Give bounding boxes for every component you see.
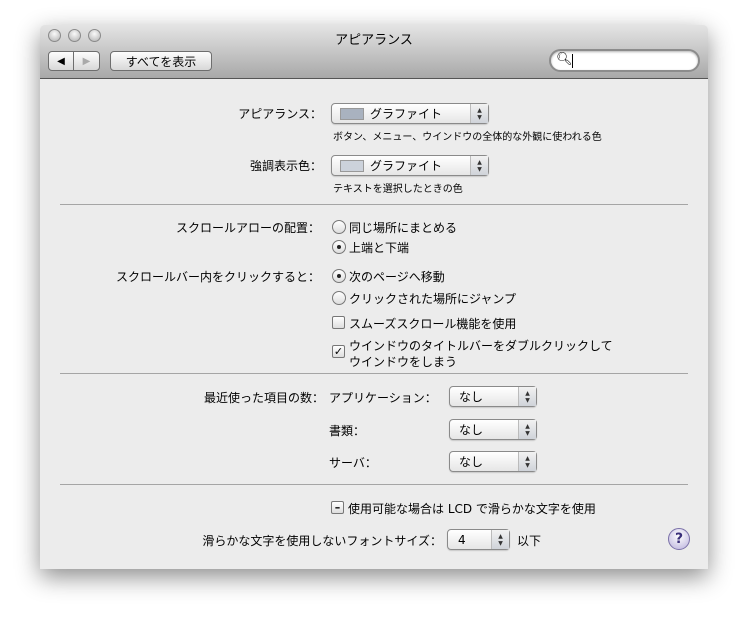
- popup-arrows-icon: ▲ ▼: [518, 452, 536, 471]
- double-click-line2: ウインドウをしまう: [349, 355, 458, 369]
- highlight-label: 強調表示色：: [249, 159, 322, 173]
- recent-docs-popup[interactable]: なし ▲ ▼: [449, 419, 537, 440]
- radio-next-page[interactable]: [332, 269, 346, 283]
- recent-servers-popup[interactable]: なし ▲ ▼: [449, 451, 537, 472]
- appearance-popup[interactable]: グラファイト ▲ ▼: [331, 103, 489, 124]
- double-click-minimize-checkbox[interactable]: ✓: [332, 345, 345, 358]
- font-size-suffix: 以下: [517, 534, 542, 548]
- recent-docs-label: 書類：: [329, 424, 366, 438]
- search-input[interactable]: 🔍︎: [549, 49, 700, 72]
- help-button[interactable]: ?: [668, 528, 690, 550]
- popup-value: なし: [459, 390, 484, 404]
- radio-together-label: 同じ場所にまとめる: [349, 221, 458, 235]
- scroll-click-label: スクロールバー内をクリックすると：: [115, 270, 320, 284]
- popup-arrows-icon: ▲ ▼: [470, 104, 488, 123]
- highlight-popup[interactable]: グラファイト ▲ ▼: [331, 155, 489, 176]
- toolbar: アピアランス ◀ ▶ すべてを表示 🔍︎: [40, 25, 708, 79]
- color-swatch: [340, 159, 364, 172]
- radio-jump-label: クリックされた場所にジャンプ: [349, 292, 517, 306]
- font-size-label: 滑らかな文字を使用しないフォントサイズ：: [202, 534, 442, 548]
- search-icon: 🔍︎: [556, 52, 573, 67]
- back-button[interactable]: ◀: [48, 51, 74, 71]
- popup-value: 4: [458, 532, 466, 547]
- smooth-scroll-label: スムーズスクロール機能を使用: [349, 317, 517, 331]
- recent-items-label: 最近使った項目の数：: [203, 391, 324, 405]
- scroll-arrows-label: スクロールアローの配置：: [175, 221, 320, 235]
- forward-button[interactable]: ▶: [73, 51, 100, 71]
- divider: [60, 373, 688, 374]
- popup-arrows-icon: ▲ ▼: [491, 530, 509, 549]
- radio-top-bottom-label: 上端と下端: [349, 241, 410, 255]
- popup-value: グラファイト: [370, 159, 443, 173]
- recent-apps-label: アプリケーション：: [329, 391, 437, 405]
- recent-apps-popup[interactable]: なし ▲ ▼: [449, 386, 537, 407]
- popup-value: なし: [459, 455, 484, 469]
- window-title: アピアランス: [335, 33, 413, 48]
- popup-value: グラファイト: [370, 107, 443, 121]
- radio-jump[interactable]: [332, 291, 346, 305]
- recent-servers-label: サーバ：: [329, 456, 377, 470]
- popup-arrows-icon: ▲ ▼: [518, 387, 536, 406]
- divider: [60, 204, 688, 205]
- radio-top-bottom[interactable]: [332, 240, 346, 254]
- radio-together[interactable]: [332, 220, 346, 234]
- text-cursor: [572, 54, 573, 68]
- appearance-label: アピアランス：: [238, 107, 322, 121]
- divider: [60, 484, 688, 485]
- appearance-window: アピアランス ◀ ▶ すべてを表示 🔍︎ アピアランス： グラファイト ▲ ▼ ボ…: [40, 25, 708, 569]
- double-click-line1: ウインドウのタイトルバーをダブルクリックして: [349, 339, 613, 353]
- popup-arrows-icon: ▲ ▼: [470, 156, 488, 175]
- popup-arrows-icon: ▲ ▼: [518, 420, 536, 439]
- radio-next-page-label: 次のページへ移動: [349, 270, 445, 284]
- lcd-smoothing-checkbox[interactable]: –: [331, 501, 344, 514]
- color-swatch: [340, 107, 364, 120]
- appearance-description: ボタン、メニュー、ウインドウの全体的な外観に使われる色: [333, 132, 602, 143]
- font-size-popup[interactable]: 4 ▲ ▼: [447, 529, 510, 550]
- highlight-description: テキストを選択したときの色: [333, 184, 463, 195]
- smooth-scroll-checkbox[interactable]: [332, 316, 345, 329]
- popup-value: なし: [459, 423, 484, 437]
- lcd-smoothing-label: 使用可能な場合は LCD で滑らかな文字を使用: [348, 502, 596, 516]
- show-all-button[interactable]: すべてを表示: [110, 51, 212, 71]
